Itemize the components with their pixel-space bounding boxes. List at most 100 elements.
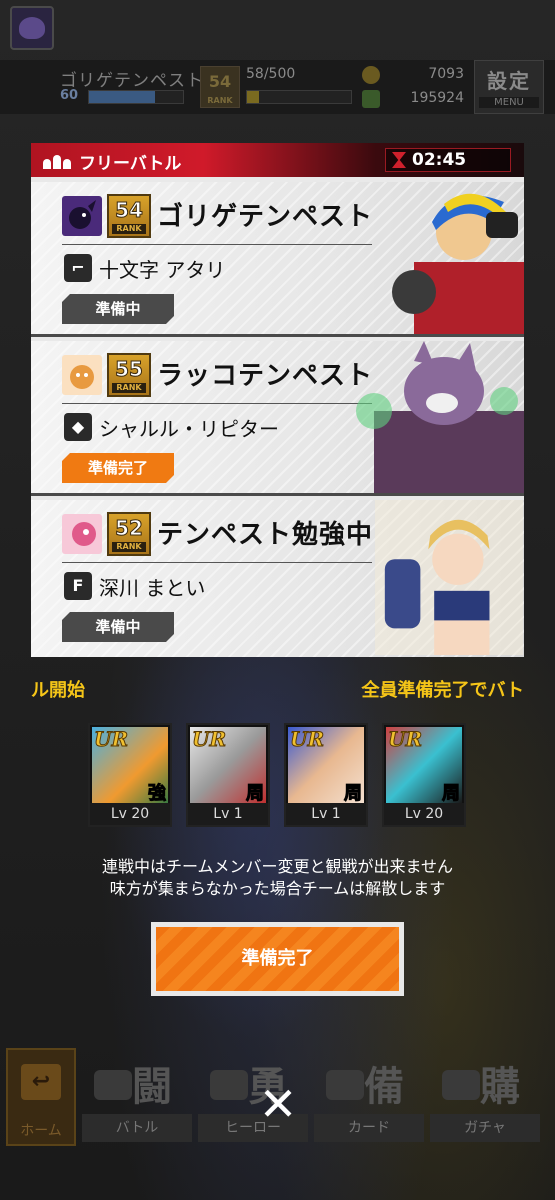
nav-home[interactable]: ↩ ホーム — [6, 1048, 76, 1146]
unit-card[interactable]: UR 周 Lv 1 — [284, 723, 368, 827]
boot-icon: ⌐ — [64, 254, 92, 282]
nav-card-kanji: 備 — [364, 1064, 404, 1110]
timer-text: 02:45 — [412, 150, 467, 170]
rank-number: 54 — [115, 198, 144, 223]
unit-level: Lv 1 — [286, 803, 366, 825]
unit-card[interactable]: UR 強 Lv 20 — [88, 723, 172, 827]
flag-icon: F — [64, 572, 92, 600]
level-progress-fill — [89, 91, 155, 103]
nav-gacha[interactable]: 購 ガチャ — [430, 1048, 540, 1148]
team-icon — [43, 151, 71, 169]
level-progress-bar — [88, 90, 184, 104]
player-name: ゴリゲテンペスト — [60, 71, 204, 91]
notice-text: 連戦中はチームメンバー変更と観戦が出来ません 味方が集まらなかった場合チームは解… — [0, 856, 555, 900]
player-card-2: 55 RANK ラッコテンペスト ◆ シャルル・リピター 準備完了 — [31, 341, 524, 496]
notice-line-1: 連戦中はチームメンバー変更と観戦が出来ません — [101, 857, 454, 876]
status-badge: 準備中 — [62, 612, 174, 642]
pink-character-avatar-icon — [62, 514, 102, 554]
shield-icon: ◆ — [64, 413, 92, 441]
character-portrait-matoi — [374, 500, 524, 655]
divider — [62, 244, 372, 245]
rank-label: RANK — [112, 542, 146, 552]
player-rank-badge: 55 RANK — [107, 353, 151, 397]
exp-progress-fill — [247, 91, 260, 103]
nav-card-label: カード — [314, 1114, 424, 1142]
nav-battle-label: バトル — [82, 1114, 192, 1142]
nav-gacha-kanji: 購 — [480, 1064, 520, 1110]
rarity-badge: UR — [289, 727, 325, 752]
player-card-1: 54 RANK ゴリゲテンペスト ⌐ 十文字 アタリ 準備中 — [31, 182, 524, 337]
coin-icon — [362, 66, 380, 84]
nav-battle[interactable]: 闘 バトル — [82, 1048, 192, 1148]
gem-icon — [362, 90, 380, 108]
gem-count: 195924 — [410, 90, 464, 106]
player-name: ゴリゲテンペスト — [157, 202, 374, 232]
character-portrait-atari — [392, 193, 524, 334]
player-level: 60 — [60, 88, 79, 103]
unit-level: Lv 20 — [384, 803, 464, 825]
unit-level: Lv 1 — [188, 803, 268, 825]
divider — [62, 403, 372, 404]
bird-icon — [19, 17, 45, 39]
bird-avatar-icon — [62, 196, 102, 236]
card-icon — [326, 1070, 364, 1100]
menu-button[interactable]: 設定 MENU — [474, 60, 544, 114]
player-avatar — [10, 6, 54, 50]
role-label: 周 — [442, 783, 461, 805]
rarity-badge: UR — [191, 727, 227, 752]
rarity-badge: UR — [93, 727, 129, 752]
ready-button[interactable]: 準備完了 — [151, 922, 404, 996]
unit-card[interactable]: UR 周 Lv 1 — [186, 723, 270, 827]
character-portrait-charles — [356, 341, 524, 493]
status-badge: 準備中 — [62, 294, 174, 324]
nav-card[interactable]: 備 カード — [314, 1048, 424, 1148]
divider — [62, 562, 372, 563]
menu-label: MENU — [479, 97, 539, 108]
rank-number: 55 — [115, 357, 144, 382]
rank-label: RANK — [112, 224, 146, 234]
exp-progress-bar — [246, 90, 352, 104]
player-card-3: 52 RANK テンペスト勉強中 F 深川 まとい 準備中 — [31, 500, 524, 657]
close-icon[interactable]: ✕ — [255, 1081, 301, 1128]
marquee-left: ル開始 — [31, 680, 85, 701]
unit-card[interactable]: UR 周 Lv 20 — [382, 723, 466, 827]
rank-label: RANK — [207, 96, 233, 105]
unit-level: Lv 20 — [90, 803, 170, 825]
exp-counter: 58/500 — [246, 66, 296, 82]
countdown-timer: 02:45 — [385, 148, 511, 172]
rank-badge: 54 RANK — [200, 66, 240, 108]
hero-icon — [210, 1070, 248, 1100]
dialog-header: フリーバトル 02:45 — [31, 143, 524, 177]
player-name: テンペスト勉強中 — [157, 520, 374, 550]
team-cards: UR 強 Lv 20 UR 周 Lv 1 UR 周 Lv 1 UR 周 Lv 2… — [88, 723, 468, 827]
player-name: ラッコテンペスト — [157, 361, 374, 391]
otter-avatar-icon — [62, 355, 102, 395]
player-rank-badge: 54 RANK — [107, 194, 151, 238]
rank-label: RANK — [112, 383, 146, 393]
nav-gacha-label: ガチャ — [430, 1114, 540, 1142]
nav-home-label: ホーム — [20, 1123, 62, 1139]
role-label: 強 — [148, 783, 167, 805]
gamepad-icon — [94, 1070, 132, 1100]
coin-count: 7093 — [428, 66, 464, 82]
hourglass-icon — [392, 152, 406, 168]
free-battle-dialog: フリーバトル 02:45 54 RANK ゴリゲテンペスト ⌐ 十文字 アタリ … — [31, 143, 524, 657]
role-label: 周 — [246, 783, 265, 805]
status-badge: 準備完了 — [62, 453, 174, 483]
character-name: 深川 まとい — [99, 576, 206, 600]
rarity-badge: UR — [387, 727, 423, 752]
character-name: 十文字 アタリ — [99, 258, 226, 282]
gacha-icon — [442, 1070, 480, 1100]
menu-kanji: 設定 — [487, 69, 531, 93]
dialog-title: フリーバトル — [79, 154, 182, 174]
character-name: シャルル・リピター — [99, 417, 279, 441]
rank-number: 52 — [115, 516, 144, 541]
background-hero-silhouette — [100, 640, 400, 1060]
player-rank-badge: 52 RANK — [107, 512, 151, 556]
nav-battle-kanji: 闘 — [132, 1064, 172, 1110]
marquee-right: 全員準備完了でバト — [361, 680, 524, 701]
rank-number: 54 — [208, 72, 232, 91]
notice-line-2: 味方が集まらなかった場合チームは解散します — [109, 879, 446, 898]
ready-button-label: 準備完了 — [156, 927, 399, 991]
role-label: 周 — [344, 783, 363, 805]
